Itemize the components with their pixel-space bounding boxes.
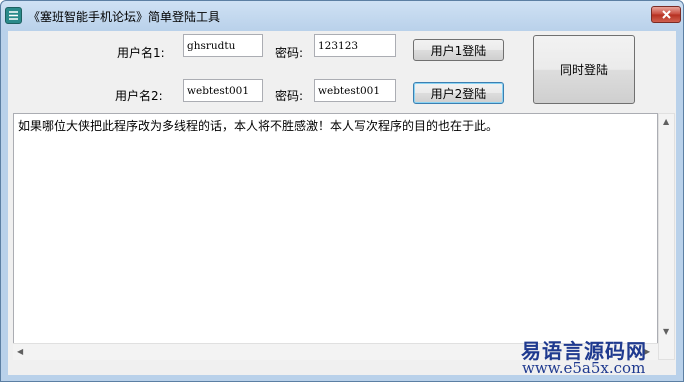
password1-input[interactable]: 123123 (314, 34, 396, 57)
scroll-left-icon[interactable]: ◀ (17, 348, 23, 356)
vertical-scrollbar[interactable]: ▲ ▼ (658, 113, 675, 360)
window-title: 《塞班智能手机论坛》简单登陆工具 (28, 10, 221, 24)
username2-label: 用户名2: (115, 89, 163, 103)
close-button[interactable] (651, 6, 681, 23)
log-text: 如果哪位大侠把此程序改为多线程的话，本人将不胜感激！本人写次程序的目的也在于此。 (18, 119, 499, 133)
title-bar[interactable]: 《塞班智能手机论坛》简单登陆工具 (1, 1, 683, 31)
login-user1-button[interactable]: 用户1登陆 (413, 39, 504, 61)
password1-label: 密码: (275, 46, 304, 60)
scroll-down-icon[interactable]: ▼ (663, 328, 669, 336)
login-both-button[interactable]: 同时登陆 (533, 35, 635, 104)
close-icon (662, 10, 671, 19)
scroll-up-icon[interactable]: ▲ (663, 118, 669, 126)
username1-input[interactable]: ghsrudtu (183, 34, 263, 57)
client-area: 用户名1: ghsrudtu 密码: 123123 用户1登陆 用户名2: we… (8, 31, 676, 375)
main-window: 《塞班智能手机论坛》简单登陆工具 用户名1: ghsrudtu 密码: 1231… (0, 0, 684, 382)
password2-label: 密码: (275, 89, 304, 103)
login-user2-button[interactable]: 用户2登陆 (413, 82, 504, 104)
log-textarea[interactable]: 如果哪位大侠把此程序改为多线程的话，本人将不胜感激！本人写次程序的目的也在于此。 (13, 113, 658, 360)
app-icon (5, 7, 22, 24)
username1-label: 用户名1: (117, 46, 165, 60)
watermark-url: www.e5a5x.com (522, 359, 646, 377)
password2-input[interactable]: webtest001 (314, 79, 396, 102)
username2-input[interactable]: webtest001 (183, 79, 263, 102)
